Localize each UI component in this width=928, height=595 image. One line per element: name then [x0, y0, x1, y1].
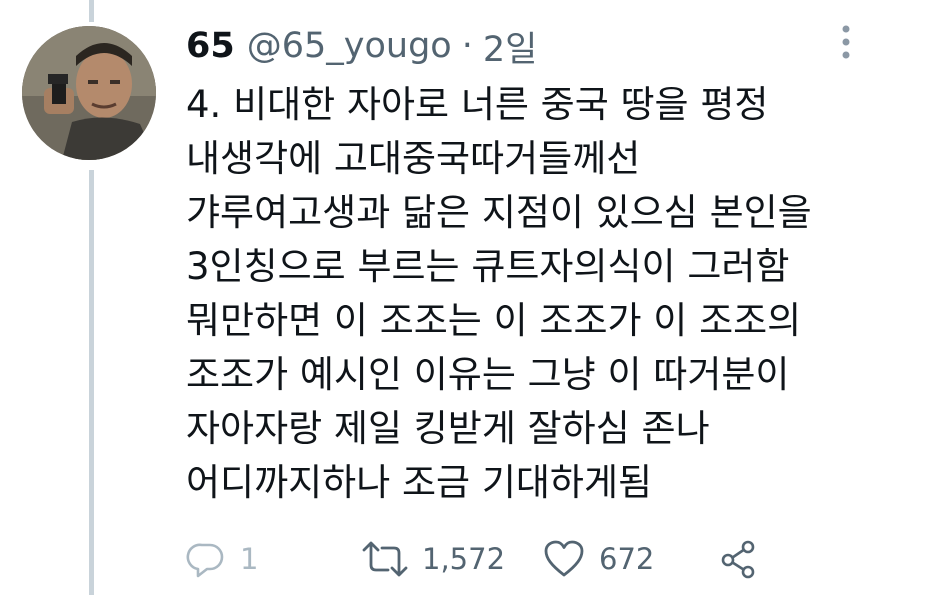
share-button[interactable] [719, 533, 759, 585]
tweet-actions: 1 1,572 672 [186, 533, 806, 585]
tweet-header: 65 @65_yougo · 2일 [186, 18, 537, 74]
reply-button[interactable]: 1 [186, 533, 258, 585]
separator-dot: · [461, 26, 473, 66]
tweet-text-line: 자아자랑 제일 킹받게 잘하심 존나 [186, 407, 710, 450]
tweet-text-line: 3인칭으로 부르는 큐트자의식이 그러함 [186, 245, 790, 288]
retweet-icon [362, 541, 408, 577]
retweet-count: 1,572 [422, 542, 506, 576]
thread-line-bottom [89, 170, 94, 595]
tweet-card[interactable]: 65 @65_yougo · 2일 4. 비대한 자아로 너른 중국 땅을 평정… [0, 0, 928, 595]
like-count: 672 [599, 542, 655, 576]
avatar-image [22, 26, 156, 160]
display-name[interactable]: 65 [186, 26, 235, 66]
tweet-text-line: 4. 비대한 자아로 너른 중국 땅을 평정 [186, 83, 769, 126]
timestamp[interactable]: 2일 [483, 21, 537, 72]
tweet-text-line: 조조가 예시인 이유는 그냥 이 따거분이 [186, 353, 790, 396]
reply-icon [186, 543, 224, 578]
tweet-text-line: 뭐만하면 이 조조는 이 조조가 이 조조의 [186, 299, 802, 342]
like-button[interactable]: 672 [543, 533, 654, 585]
share-icon [721, 540, 755, 579]
retweet-button[interactable]: 1,572 [362, 533, 505, 585]
user-handle[interactable]: @65_yougo [247, 26, 452, 66]
tweet-text-line: 내생각에 고대중국따거들께선 [186, 137, 641, 180]
heart-icon [544, 540, 584, 577]
reply-count: 1 [240, 542, 259, 576]
avatar[interactable] [22, 26, 156, 160]
more-vertical-icon [842, 25, 850, 59]
tweet-text-line: 어디까지하나 조금 기대하게됨 [186, 461, 653, 504]
more-options-button[interactable] [836, 22, 856, 62]
thread-line-top [89, 0, 94, 22]
tweet-text: 4. 비대한 자아로 너른 중국 땅을 평정 내생각에 고대중국따거들께선 갸루… [186, 78, 886, 510]
tweet-text-line: 갸루여고생과 닮은 지점이 있으심 본인을 [186, 191, 812, 234]
